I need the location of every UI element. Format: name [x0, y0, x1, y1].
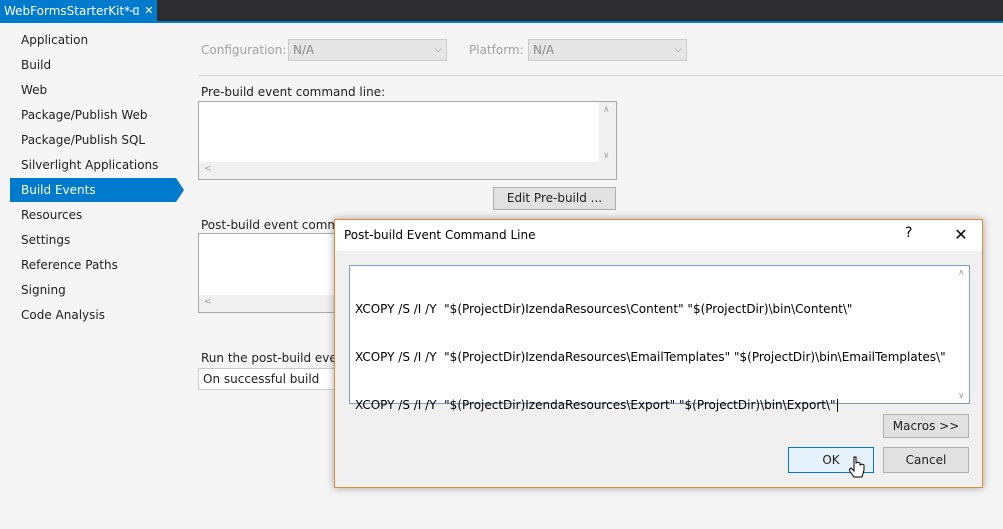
chevron-down-icon: ⌵ [674, 44, 682, 55]
close-tab-icon[interactable]: ✕ [144, 4, 154, 18]
run-postbuild-label: Run the post-build event: [201, 351, 354, 365]
document-tab-title: WebFormsStarterKit* [4, 3, 131, 18]
command-line-3: XCOPY /S /I /Y "$(ProjectDir)IzendaResou… [355, 398, 836, 412]
command-line-1: XCOPY /S /I /Y "$(ProjectDir)IzendaResou… [355, 302, 853, 316]
nav-item-application[interactable]: Application [10, 28, 176, 52]
prebuild-textbox[interactable]: ∧ ∨ < [198, 101, 617, 180]
prebuild-vertical-scrollbar[interactable]: ∧ ∨ [599, 102, 616, 162]
postbuild-command-dialog: Post-build Event Command Line ? ✕ XCOPY … [334, 219, 983, 488]
scroll-left-icon[interactable]: < [204, 164, 212, 174]
command-line-textbox[interactable]: XCOPY /S /I /Y "$(ProjectDir)IzendaResou… [349, 265, 970, 412]
platform-label: Platform: [469, 43, 524, 57]
nav-item-package-publish-web[interactable]: Package/Publish Web [10, 103, 176, 127]
prebuild-horizontal-scrollbar[interactable]: < [199, 162, 616, 179]
close-icon[interactable]: ✕ [947, 222, 975, 248]
nav-item-code-analysis[interactable]: Code Analysis [10, 303, 176, 327]
document-tab-strip: WebFormsStarterKit* ✕ [0, 0, 1003, 21]
cancel-button[interactable]: Cancel [883, 447, 969, 473]
chevron-down-icon: ⌵ [434, 44, 442, 55]
nav-item-web[interactable]: Web [10, 78, 176, 102]
scroll-down-icon[interactable]: ∨ [958, 391, 965, 401]
command-line-2: XCOPY /S /I /Y "$(ProjectDir)IzendaResou… [355, 350, 946, 364]
platform-select: N/A ⌵ [528, 39, 687, 61]
text-caret [836, 399, 838, 412]
command-lines: XCOPY /S /I /Y "$(ProjectDir)IzendaResou… [355, 269, 946, 445]
pin-icon[interactable] [130, 4, 140, 18]
nav-item-reference-paths[interactable]: Reference Paths [10, 253, 176, 277]
dialog-title: Post-build Event Command Line [344, 228, 536, 242]
command-vertical-scrollbar[interactable]: ∧ ∨ [955, 266, 969, 403]
scroll-left-icon[interactable]: < [204, 297, 212, 307]
nav-item-silverlight-applications[interactable]: Silverlight Applications [10, 153, 176, 177]
nav-item-signing[interactable]: Signing [10, 278, 176, 302]
postbuild-horizontal-scrollbar[interactable]: < [199, 295, 337, 312]
document-tab[interactable]: WebFormsStarterKit* ✕ [0, 0, 157, 21]
postbuild-textbox[interactable]: < [198, 233, 338, 313]
configuration-value: N/A [293, 43, 315, 57]
help-icon[interactable]: ? [905, 225, 912, 241]
run-postbuild-select[interactable]: On successful build [198, 368, 338, 390]
scroll-up-icon[interactable]: ∧ [958, 268, 965, 278]
edit-prebuild-button[interactable]: Edit Pre-build ... [493, 187, 616, 210]
nav-item-build-events[interactable]: Build Events [10, 178, 184, 202]
mouse-cursor-icon [849, 456, 865, 478]
platform-value: N/A [533, 43, 555, 57]
nav-item-build[interactable]: Build [10, 53, 176, 77]
configuration-select: N/A ⌵ [288, 39, 447, 61]
prebuild-label: Pre-build event command line: [201, 85, 386, 99]
configuration-label: Configuration: [201, 43, 287, 57]
run-postbuild-value: On successful build [203, 372, 320, 386]
scroll-up-icon[interactable]: ∧ [603, 105, 610, 115]
postbuild-label: Post-build event comman [201, 218, 355, 232]
dialog-titlebar: Post-build Event Command Line ? ✕ [335, 220, 982, 251]
section-divider [198, 75, 1003, 76]
macros-button[interactable]: Macros >> [883, 414, 969, 438]
nav-item-settings[interactable]: Settings [10, 228, 176, 252]
scroll-down-icon[interactable]: ∨ [603, 151, 610, 161]
nav-item-resources[interactable]: Resources [10, 203, 176, 227]
nav-item-package-publish-sql[interactable]: Package/Publish SQL [10, 128, 176, 152]
properties-nav: Application Build Web Package/Publish We… [0, 23, 190, 529]
